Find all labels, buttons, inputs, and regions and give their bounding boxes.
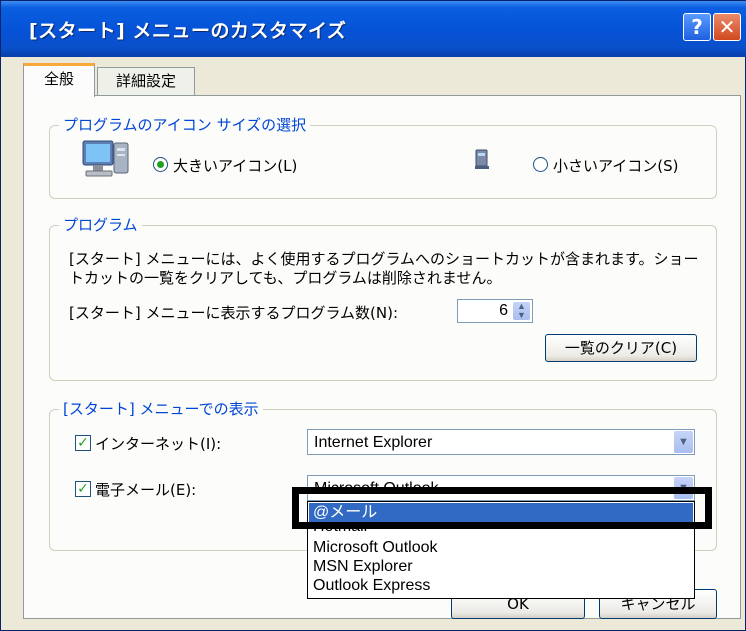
highlight-annotation-box [292, 487, 712, 529]
email-checkbox[interactable]: ✓ [75, 481, 91, 497]
large-computer-icon [81, 139, 131, 185]
title-bar[interactable]: [スタート] メニューのカスタマイズ ? ✕ [1, 1, 746, 57]
small-icon-label[interactable]: 小さいアイコン(S) [553, 155, 678, 176]
internet-label: インターネット(I): [95, 435, 222, 453]
dropdown-option[interactable]: MSN Explorer [309, 557, 693, 576]
email-label: 電子メール(E): [95, 481, 197, 499]
help-button[interactable]: ? [683, 13, 711, 41]
internet-checkbox[interactable]: ✓ [75, 435, 91, 451]
small-icon-radio[interactable] [533, 157, 548, 172]
large-icon-label[interactable]: 大きいアイコン(L) [173, 155, 297, 176]
spin-arrows-icon[interactable]: ▲ ▼ [513, 302, 530, 320]
chevron-down-icon[interactable]: ▼ [674, 431, 693, 453]
icon-size-legend: プログラムのアイコン サイズの選択 [59, 114, 311, 135]
programs-legend: プログラム [59, 214, 142, 235]
large-icon-radio[interactable] [153, 157, 168, 172]
internet-browser-select[interactable]: Internet Explorer ▼ [307, 429, 695, 455]
program-count-label: [スタート] メニューに表示するプログラム数(N): [69, 304, 399, 322]
dropdown-option[interactable]: Microsoft Outlook [309, 538, 693, 557]
close-button[interactable]: ✕ [713, 13, 741, 41]
window-title: [スタート] メニューのカスタマイズ [29, 20, 347, 42]
dialog-window: [スタート] メニューのカスタマイズ ? ✕ 全般 詳細設定 プログラムのアイコ… [0, 0, 746, 631]
dropdown-option[interactable]: Outlook Express [309, 576, 693, 595]
tab-general[interactable]: 全般 [23, 63, 95, 97]
internet-browser-value: Internet Explorer [314, 434, 433, 451]
show-on-start-legend: [スタート] メニューでの表示 [59, 398, 263, 419]
help-icon: ? [691, 15, 703, 39]
close-icon: ✕ [718, 15, 736, 39]
tab-advanced[interactable]: 詳細設定 [97, 67, 195, 95]
clear-list-button[interactable]: 一覧のクリア(C) [545, 334, 697, 362]
small-computer-icon [474, 149, 490, 171]
program-count-value: 6 [499, 302, 508, 319]
programs-description-line1: [スタート] メニューには、よく使用するプログラムへのショートカットが含まれます… [69, 250, 699, 268]
program-count-stepper[interactable]: 6 ▲ ▼ [457, 299, 533, 323]
programs-description-line2: トカットの一覧をクリアしても、プログラムは削除されません。 [69, 269, 502, 287]
